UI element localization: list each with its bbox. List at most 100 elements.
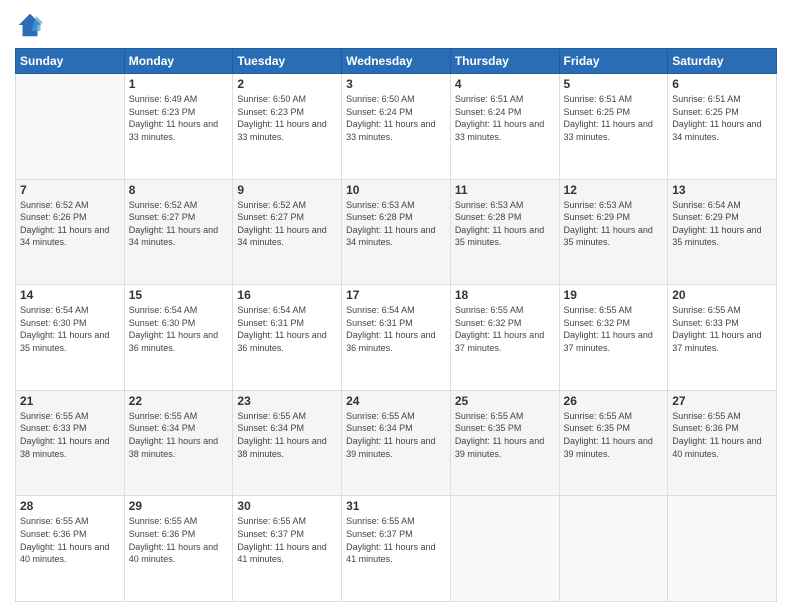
day-number: 8 xyxy=(129,183,229,197)
day-info: Sunrise: 6:55 AMSunset: 6:35 PMDaylight:… xyxy=(455,410,555,460)
calendar-cell: 6 Sunrise: 6:51 AMSunset: 6:25 PMDaylight… xyxy=(668,74,777,180)
calendar-cell: 10 Sunrise: 6:53 AMSunset: 6:28 PMDayligh… xyxy=(342,179,451,285)
day-info: Sunrise: 6:52 AMSunset: 6:27 PMDaylight:… xyxy=(237,199,337,249)
calendar-week-3: 14 Sunrise: 6:54 AMSunset: 6:30 PMDayligh… xyxy=(16,285,777,391)
calendar-table: SundayMondayTuesdayWednesdayThursdayFrid… xyxy=(15,48,777,602)
day-info: Sunrise: 6:55 AMSunset: 6:36 PMDaylight:… xyxy=(129,515,229,565)
calendar-cell: 26 Sunrise: 6:55 AMSunset: 6:35 PMDayligh… xyxy=(559,390,668,496)
day-info: Sunrise: 6:55 AMSunset: 6:32 PMDaylight:… xyxy=(564,304,664,354)
calendar-header-tuesday: Tuesday xyxy=(233,49,342,74)
day-number: 29 xyxy=(129,499,229,513)
calendar-header-saturday: Saturday xyxy=(668,49,777,74)
page: SundayMondayTuesdayWednesdayThursdayFrid… xyxy=(0,0,792,612)
calendar-header-monday: Monday xyxy=(124,49,233,74)
calendar-header-thursday: Thursday xyxy=(450,49,559,74)
calendar-cell: 11 Sunrise: 6:53 AMSunset: 6:28 PMDayligh… xyxy=(450,179,559,285)
calendar-header-wednesday: Wednesday xyxy=(342,49,451,74)
calendar-cell: 19 Sunrise: 6:55 AMSunset: 6:32 PMDayligh… xyxy=(559,285,668,391)
day-info: Sunrise: 6:55 AMSunset: 6:34 PMDaylight:… xyxy=(346,410,446,460)
day-number: 5 xyxy=(564,77,664,91)
day-info: Sunrise: 6:53 AMSunset: 6:28 PMDaylight:… xyxy=(346,199,446,249)
calendar-header-sunday: Sunday xyxy=(16,49,125,74)
calendar-cell xyxy=(559,496,668,602)
day-number: 6 xyxy=(672,77,772,91)
calendar-cell: 22 Sunrise: 6:55 AMSunset: 6:34 PMDayligh… xyxy=(124,390,233,496)
calendar-cell: 25 Sunrise: 6:55 AMSunset: 6:35 PMDayligh… xyxy=(450,390,559,496)
day-info: Sunrise: 6:54 AMSunset: 6:30 PMDaylight:… xyxy=(129,304,229,354)
day-number: 2 xyxy=(237,77,337,91)
calendar-cell: 28 Sunrise: 6:55 AMSunset: 6:36 PMDayligh… xyxy=(16,496,125,602)
calendar-cell xyxy=(450,496,559,602)
calendar-cell: 20Sunrise: 6:55 AMSunset: 6:33 PMDayligh… xyxy=(668,285,777,391)
calendar-cell: 24 Sunrise: 6:55 AMSunset: 6:34 PMDayligh… xyxy=(342,390,451,496)
calendar-cell: 14 Sunrise: 6:54 AMSunset: 6:30 PMDayligh… xyxy=(16,285,125,391)
day-info: Sunrise: 6:55 AMSunset: 6:34 PMDaylight:… xyxy=(129,410,229,460)
day-number: 12 xyxy=(564,183,664,197)
day-info: Sunrise: 6:50 AMSunset: 6:23 PMDaylight:… xyxy=(237,93,337,143)
logo xyxy=(15,10,49,40)
day-number: 4 xyxy=(455,77,555,91)
day-number: 26 xyxy=(564,394,664,408)
day-info: Sunrise: 6:55 AMSunset: 6:33 PMDaylight:… xyxy=(20,410,120,460)
calendar-week-2: 7Sunrise: 6:52 AMSunset: 6:26 PMDaylight… xyxy=(16,179,777,285)
day-number: 27 xyxy=(672,394,772,408)
day-number: 23 xyxy=(237,394,337,408)
day-number: 30 xyxy=(237,499,337,513)
calendar-cell: 4Sunrise: 6:51 AMSunset: 6:24 PMDaylight… xyxy=(450,74,559,180)
header xyxy=(15,10,777,40)
day-info: Sunrise: 6:55 AMSunset: 6:37 PMDaylight:… xyxy=(237,515,337,565)
day-info: Sunrise: 6:55 AMSunset: 6:35 PMDaylight:… xyxy=(564,410,664,460)
calendar-cell: 2 Sunrise: 6:50 AMSunset: 6:23 PMDaylight… xyxy=(233,74,342,180)
calendar-week-1: 1 Sunrise: 6:49 AMSunset: 6:23 PMDaylight… xyxy=(16,74,777,180)
day-number: 11 xyxy=(455,183,555,197)
day-number: 10 xyxy=(346,183,446,197)
calendar-cell: 30 Sunrise: 6:55 AMSunset: 6:37 PMDayligh… xyxy=(233,496,342,602)
day-number: 22 xyxy=(129,394,229,408)
calendar-week-4: 21 Sunrise: 6:55 AMSunset: 6:33 PMDayligh… xyxy=(16,390,777,496)
calendar-cell: 7Sunrise: 6:52 AMSunset: 6:26 PMDaylight… xyxy=(16,179,125,285)
calendar-cell: 9 Sunrise: 6:52 AMSunset: 6:27 PMDaylight… xyxy=(233,179,342,285)
logo-icon xyxy=(15,10,45,40)
day-number: 20 xyxy=(672,288,772,302)
calendar-cell: 21 Sunrise: 6:55 AMSunset: 6:33 PMDayligh… xyxy=(16,390,125,496)
day-info: Sunrise: 6:51 AMSunset: 6:25 PMDaylight:… xyxy=(672,93,772,143)
day-number: 3 xyxy=(346,77,446,91)
calendar-cell xyxy=(16,74,125,180)
day-info: Sunrise: 6:54 AMSunset: 6:30 PMDaylight:… xyxy=(20,304,120,354)
day-number: 31 xyxy=(346,499,446,513)
day-number: 14 xyxy=(20,288,120,302)
day-info: Sunrise: 6:54 AMSunset: 6:31 PMDaylight:… xyxy=(237,304,337,354)
calendar-cell xyxy=(668,496,777,602)
calendar-week-5: 28 Sunrise: 6:55 AMSunset: 6:36 PMDayligh… xyxy=(16,496,777,602)
calendar-cell: 18Sunrise: 6:55 AMSunset: 6:32 PMDayligh… xyxy=(450,285,559,391)
day-number: 28 xyxy=(20,499,120,513)
calendar-header-row: SundayMondayTuesdayWednesdayThursdayFrid… xyxy=(16,49,777,74)
day-info: Sunrise: 6:53 AMSunset: 6:29 PMDaylight:… xyxy=(564,199,664,249)
day-number: 9 xyxy=(237,183,337,197)
day-info: Sunrise: 6:55 AMSunset: 6:37 PMDaylight:… xyxy=(346,515,446,565)
day-info: Sunrise: 6:49 AMSunset: 6:23 PMDaylight:… xyxy=(129,93,229,143)
day-number: 7 xyxy=(20,183,120,197)
day-number: 16 xyxy=(237,288,337,302)
day-info: Sunrise: 6:53 AMSunset: 6:28 PMDaylight:… xyxy=(455,199,555,249)
calendar-cell: 31 Sunrise: 6:55 AMSunset: 6:37 PMDayligh… xyxy=(342,496,451,602)
calendar-cell: 3 Sunrise: 6:50 AMSunset: 6:24 PMDaylight… xyxy=(342,74,451,180)
day-number: 21 xyxy=(20,394,120,408)
calendar-cell: 1 Sunrise: 6:49 AMSunset: 6:23 PMDaylight… xyxy=(124,74,233,180)
day-number: 25 xyxy=(455,394,555,408)
calendar-cell: 27 Sunrise: 6:55 AMSunset: 6:36 PMDayligh… xyxy=(668,390,777,496)
day-number: 24 xyxy=(346,394,446,408)
day-number: 13 xyxy=(672,183,772,197)
day-info: Sunrise: 6:50 AMSunset: 6:24 PMDaylight:… xyxy=(346,93,446,143)
day-info: Sunrise: 6:54 AMSunset: 6:29 PMDaylight:… xyxy=(672,199,772,249)
calendar-cell: 5Sunrise: 6:51 AMSunset: 6:25 PMDaylight… xyxy=(559,74,668,180)
day-info: Sunrise: 6:55 AMSunset: 6:34 PMDaylight:… xyxy=(237,410,337,460)
day-number: 19 xyxy=(564,288,664,302)
calendar-cell: 29 Sunrise: 6:55 AMSunset: 6:36 PMDayligh… xyxy=(124,496,233,602)
day-number: 18 xyxy=(455,288,555,302)
calendar-cell: 17Sunrise: 6:54 AMSunset: 6:31 PMDayligh… xyxy=(342,285,451,391)
day-number: 1 xyxy=(129,77,229,91)
day-info: Sunrise: 6:55 AMSunset: 6:36 PMDaylight:… xyxy=(672,410,772,460)
day-info: Sunrise: 6:55 AMSunset: 6:36 PMDaylight:… xyxy=(20,515,120,565)
day-info: Sunrise: 6:52 AMSunset: 6:27 PMDaylight:… xyxy=(129,199,229,249)
